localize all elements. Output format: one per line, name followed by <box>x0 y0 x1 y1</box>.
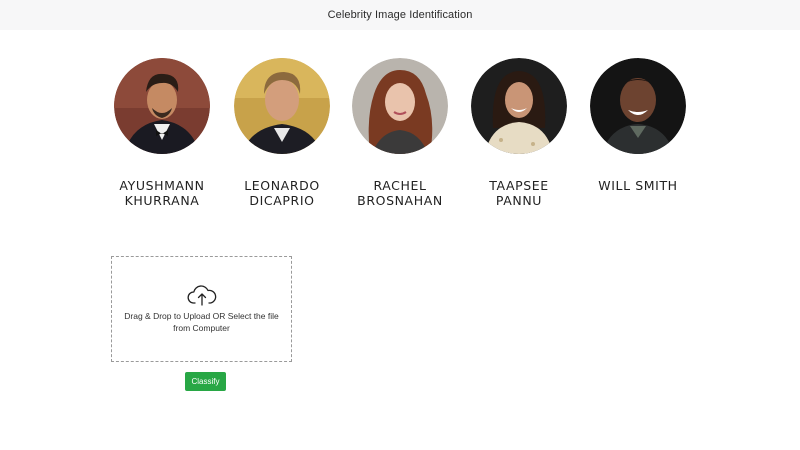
celebrity-avatar <box>471 58 567 154</box>
classify-button[interactable]: Classify <box>185 372 226 391</box>
celebrity-name: TAAPSEE PANNU <box>489 178 549 208</box>
dropzone-instructions: Drag & Drop to Upload OR Select the file… <box>124 311 279 333</box>
celebrity-card: AYUSHMANN KHURRANA <box>107 58 217 208</box>
celebrity-avatar <box>590 58 686 154</box>
celebrity-card: TAAPSEE PANNU <box>464 58 574 208</box>
celebrity-name: WILL SMITH <box>598 178 678 193</box>
celebrity-name: AYUSHMANN KHURRANA <box>119 178 205 208</box>
celebrity-name: LEONARDO DICAPRIO <box>244 178 320 208</box>
cloud-upload-icon <box>187 285 216 306</box>
celebrity-name: RACHEL BROSNAHAN <box>357 178 443 208</box>
celebrity-card: RACHEL BROSNAHAN <box>345 58 455 208</box>
file-dropzone[interactable]: Drag & Drop to Upload OR Select the file… <box>111 256 292 362</box>
celebrity-gallery: AYUSHMANN KHURRANA LEONARDO DICAPRIO RAC… <box>0 0 800 230</box>
celebrity-card: WILL SMITH <box>583 58 693 193</box>
celebrity-avatar <box>234 58 330 154</box>
celebrity-card: LEONARDO DICAPRIO <box>227 58 337 208</box>
celebrity-avatar <box>352 58 448 154</box>
celebrity-avatar <box>114 58 210 154</box>
